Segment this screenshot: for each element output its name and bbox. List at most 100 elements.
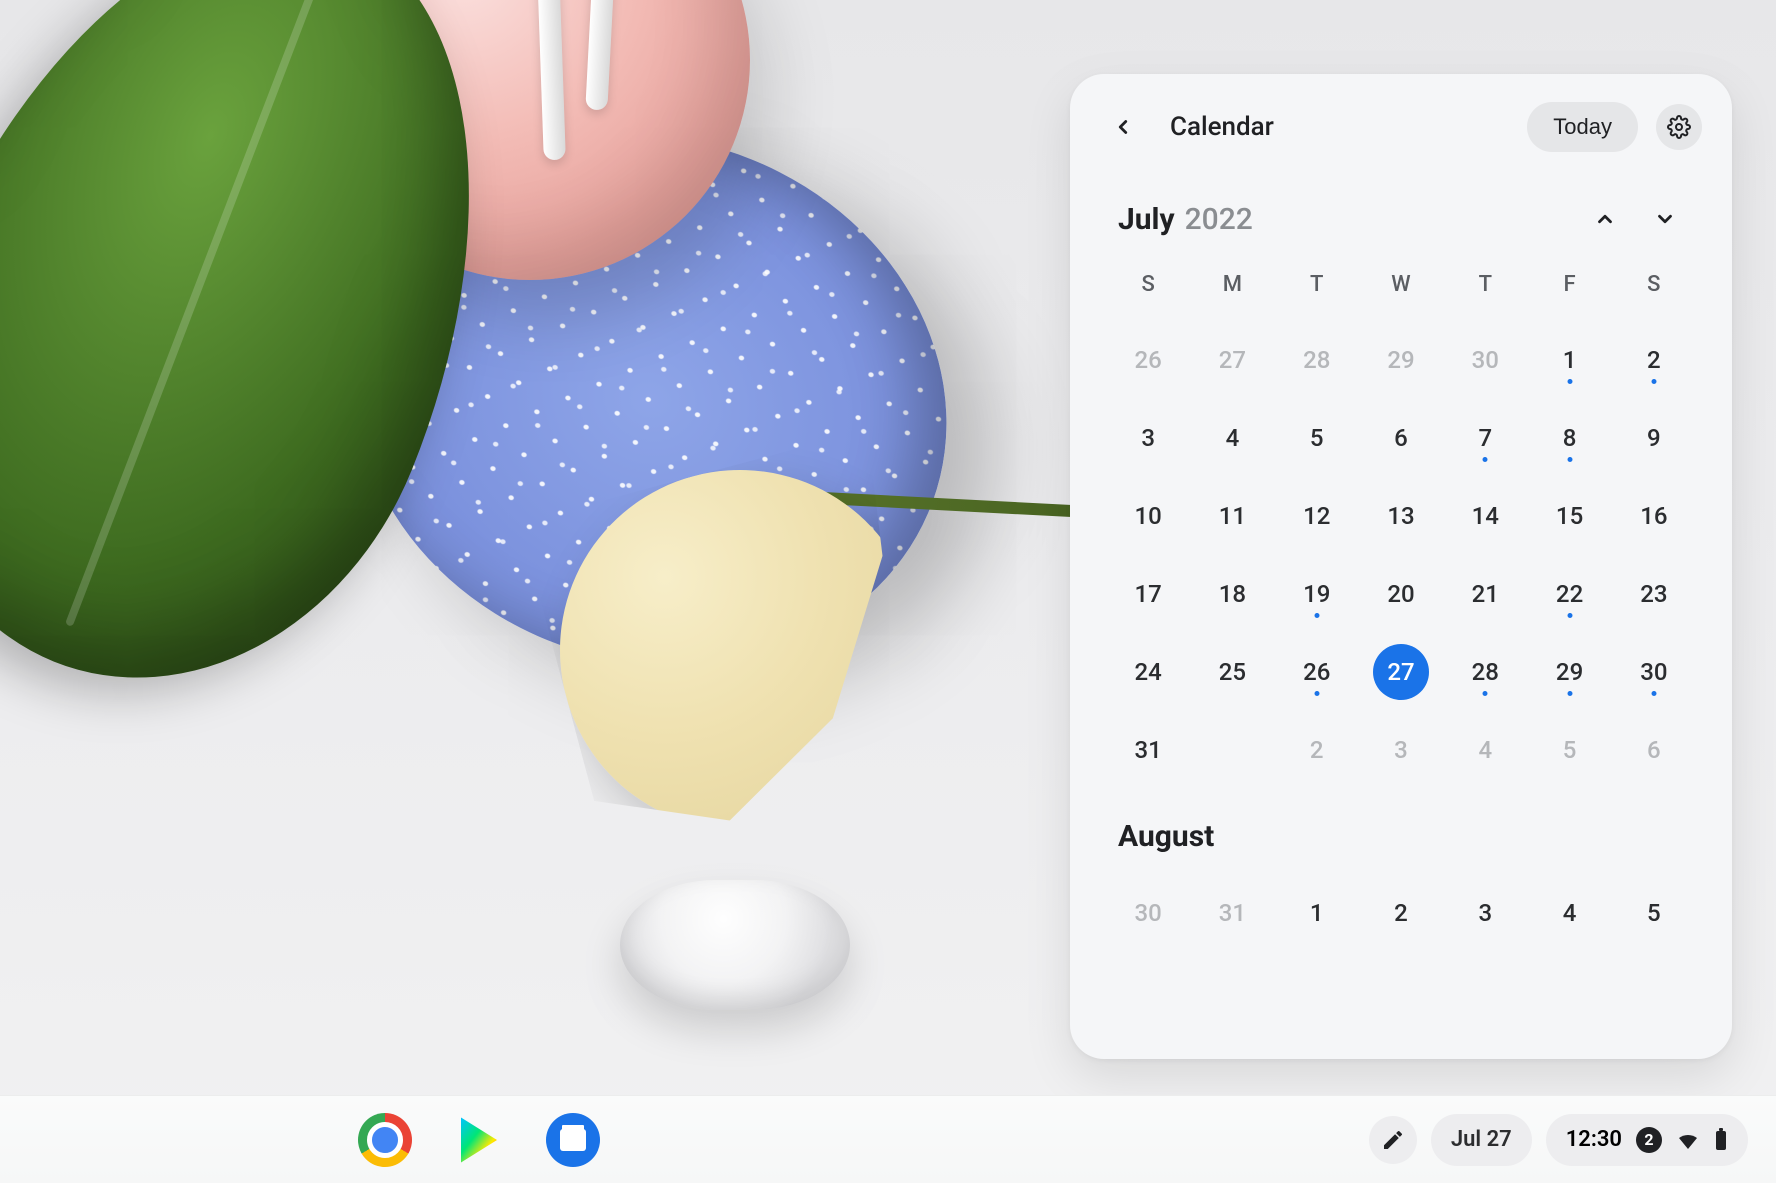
date-cell[interactable]: 15 (1527, 477, 1611, 555)
date-cell[interactable]: 4 (1527, 874, 1611, 952)
month-grid: 2627282930123456789101112131415161718192… (1106, 321, 1696, 789)
files-app-icon[interactable] (546, 1113, 600, 1167)
date-cell[interactable]: 28 (1275, 321, 1359, 399)
status-area: Jul 27 12:30 2 (1369, 1114, 1748, 1166)
date-cell[interactable]: 6 (1612, 711, 1696, 789)
date-cell[interactable]: 7 (1443, 399, 1527, 477)
event-dot (1483, 457, 1488, 462)
date-cell[interactable]: 9 (1612, 399, 1696, 477)
date-cell[interactable]: 21 (1443, 555, 1527, 633)
date-cell[interactable]: 8 (1527, 399, 1611, 477)
date-cell[interactable]: 31 (1190, 874, 1274, 952)
weekday-cell: T (1443, 266, 1527, 303)
date-cell[interactable]: 3 (1106, 399, 1190, 477)
weekday-cell: M (1190, 266, 1274, 303)
date-cell[interactable]: 1 (1275, 874, 1359, 952)
date-cell[interactable]: 4 (1190, 399, 1274, 477)
weekday-cell: S (1106, 266, 1190, 303)
calendar-panel: Calendar Today July 2022 SMTWTFS 2627282… (1070, 74, 1732, 1059)
app-dock (358, 1113, 600, 1167)
weekday-row: SMTWTFS (1106, 266, 1696, 303)
today-button[interactable]: Today (1527, 102, 1638, 152)
next-month-grid: 303112345 (1106, 874, 1696, 952)
play-store-app-icon[interactable] (452, 1113, 506, 1167)
date-cell[interactable]: 29 (1359, 321, 1443, 399)
event-dot (1314, 613, 1319, 618)
current-year: 2022 (1185, 202, 1253, 237)
stylus-button[interactable] (1369, 1116, 1417, 1164)
weekday-cell: W (1359, 266, 1443, 303)
notification-badge: 2 (1636, 1127, 1662, 1153)
date-cell[interactable]: 2 (1359, 874, 1443, 952)
date-cell[interactable]: 24 (1106, 633, 1190, 711)
date-cell[interactable]: 28 (1443, 633, 1527, 711)
date-cell[interactable]: 3 (1359, 711, 1443, 789)
date-cell[interactable]: 2 (1275, 711, 1359, 789)
event-dot (1567, 379, 1572, 384)
shelf: Jul 27 12:30 2 (0, 1095, 1776, 1183)
date-cell[interactable]: 20 (1359, 555, 1443, 633)
date-cell[interactable]: 11 (1190, 477, 1274, 555)
date-cell[interactable]: 5 (1275, 399, 1359, 477)
date-cell[interactable]: 25 (1190, 633, 1274, 711)
date-cell[interactable]: 18 (1190, 555, 1274, 633)
date-cell[interactable]: 26 (1106, 321, 1190, 399)
date-cell[interactable]: 31 (1106, 711, 1190, 789)
status-tray[interactable]: 12:30 2 (1546, 1114, 1748, 1166)
date-cell[interactable]: 12 (1275, 477, 1359, 555)
event-dot (1567, 691, 1572, 696)
next-month-label: August (1118, 819, 1688, 854)
date-cell[interactable]: 29 (1527, 633, 1611, 711)
date-cell[interactable]: 17 (1106, 555, 1190, 633)
date-cell[interactable]: 14 (1443, 477, 1527, 555)
prev-month-button[interactable] (1582, 196, 1628, 242)
chrome-app-icon[interactable] (358, 1113, 412, 1167)
date-cell[interactable]: 30 (1443, 321, 1527, 399)
event-dot (1651, 379, 1656, 384)
date-cell[interactable]: 27 (1190, 321, 1274, 399)
date-cell[interactable]: 27 (1359, 633, 1443, 711)
date-cell[interactable]: 19 (1275, 555, 1359, 633)
date-cell[interactable]: 26 (1275, 633, 1359, 711)
date-cell[interactable]: 5 (1527, 711, 1611, 789)
current-month: July (1118, 202, 1175, 237)
chevron-down-icon (1654, 208, 1676, 230)
back-button[interactable] (1100, 104, 1146, 150)
weekday-cell: T (1275, 266, 1359, 303)
wifi-icon (1676, 1128, 1700, 1152)
event-dot (1483, 691, 1488, 696)
date-cell[interactable]: 23 (1612, 555, 1696, 633)
battery-icon (1714, 1128, 1728, 1152)
date-cell[interactable]: 16 (1612, 477, 1696, 555)
event-dot (1651, 691, 1656, 696)
chevron-left-icon (1112, 116, 1134, 138)
date-cell[interactable]: 30 (1106, 874, 1190, 952)
event-dot (1314, 691, 1319, 696)
play-triangle-icon (452, 1113, 506, 1167)
next-month-button[interactable] (1642, 196, 1688, 242)
pen-icon (1381, 1128, 1405, 1152)
shelf-date-button[interactable]: Jul 27 (1431, 1114, 1532, 1166)
weekday-cell: S (1612, 266, 1696, 303)
settings-button[interactable] (1656, 104, 1702, 150)
date-cell[interactable]: 5 (1612, 874, 1696, 952)
calendar-header: Calendar Today (1100, 102, 1702, 152)
date-cell[interactable]: 3 (1443, 874, 1527, 952)
date-cell[interactable]: 6 (1359, 399, 1443, 477)
date-cell[interactable]: 13 (1359, 477, 1443, 555)
date-cell[interactable]: 22 (1527, 555, 1611, 633)
wallpaper-glass-droplet (620, 880, 850, 1010)
shelf-time: 12:30 (1566, 1127, 1622, 1152)
date-cell[interactable]: 4 (1443, 711, 1527, 789)
event-dot (1567, 613, 1572, 618)
event-dot (1567, 457, 1572, 462)
month-header: July 2022 (1118, 196, 1688, 242)
date-cell[interactable]: 2 (1612, 321, 1696, 399)
date-cell[interactable]: 1 (1527, 321, 1611, 399)
date-cell-empty (1190, 711, 1274, 789)
date-cell[interactable]: 10 (1106, 477, 1190, 555)
calendar-title: Calendar (1170, 112, 1274, 142)
chevron-up-icon (1594, 208, 1616, 230)
weekday-cell: F (1527, 266, 1611, 303)
date-cell[interactable]: 30 (1612, 633, 1696, 711)
